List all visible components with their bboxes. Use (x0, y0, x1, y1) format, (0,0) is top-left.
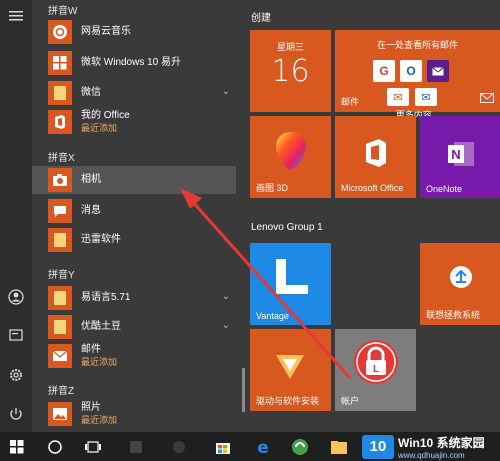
taskbar-store[interactable] (212, 436, 234, 458)
start-button[interactable] (6, 436, 28, 458)
taskbar-edge[interactable]: e (252, 436, 274, 458)
store-icon (216, 443, 230, 454)
watermark: 10 Win10 系统家园 www.qdhuajin.com (362, 432, 500, 461)
annotation-arrow (180, 188, 352, 379)
taskbar-360[interactable] (289, 436, 311, 458)
taskbar-explorer[interactable] (328, 436, 350, 458)
search-button[interactable] (44, 436, 66, 458)
svg-text:e: e (257, 438, 269, 456)
windows-icon (10, 440, 24, 454)
task-view-icon (85, 441, 101, 453)
watermark-url: www.qdhuajin.com (398, 450, 465, 460)
edge-faded-icon (173, 441, 185, 453)
search-circle-icon (48, 440, 62, 454)
folder-icon (331, 441, 347, 454)
edge-icon: e (257, 438, 269, 456)
watermark-title: Win10 系统家园 (398, 435, 485, 450)
taskbar-edge-old[interactable] (168, 436, 190, 458)
watermark-logo: 10 (362, 434, 394, 459)
taskbar-app-icon[interactable] (125, 436, 147, 458)
browser-360-icon (292, 439, 308, 455)
task-view-button[interactable] (82, 436, 104, 458)
faded-app-icon (130, 441, 142, 453)
